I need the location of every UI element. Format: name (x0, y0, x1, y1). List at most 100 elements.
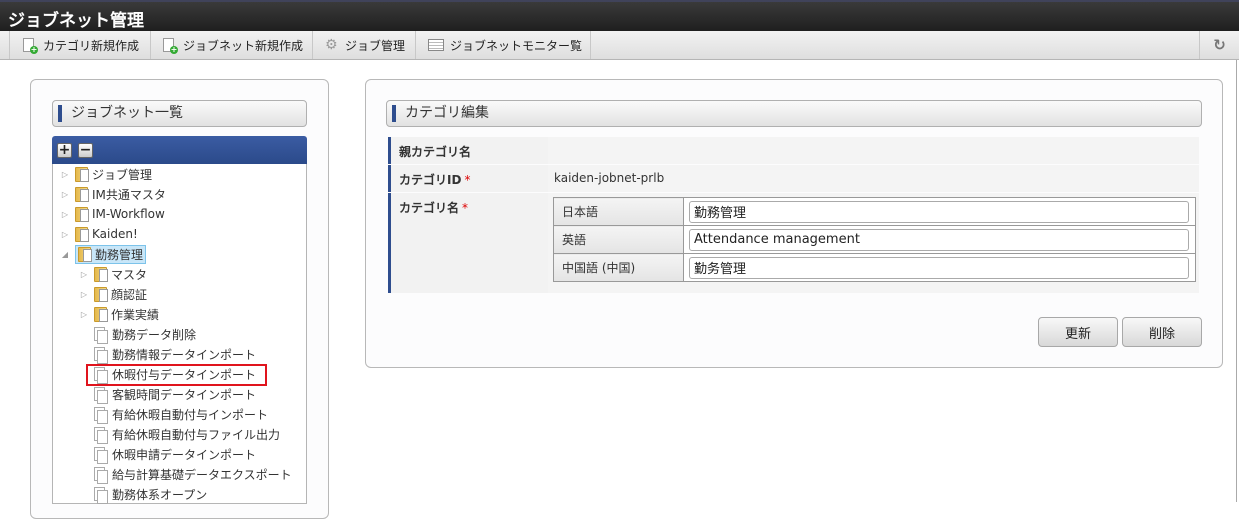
tree-item-label: IM共通マスタ (92, 187, 166, 202)
tree-item-label: 作業実績 (111, 307, 160, 322)
tree-item-label: 勤務データ削除 (112, 327, 197, 342)
folder-icon (75, 206, 89, 222)
parent-category-label: 親カテゴリ名 (388, 137, 548, 164)
document-icon (94, 426, 108, 444)
expand-arrow-icon[interactable]: ▷ (78, 310, 90, 319)
jobnet-monitor-list-button[interactable]: ジョブネットモニター覧 (416, 31, 591, 59)
document-icon (94, 346, 108, 364)
folder-icon (94, 306, 108, 322)
app-header: ジョブネット管理 (0, 0, 1239, 31)
name-zh-input[interactable] (689, 256, 1189, 279)
tree-item[interactable]: ▷ 顔認証 (78, 284, 147, 304)
folder-icon (78, 246, 92, 262)
expand-arrow-icon[interactable]: ▷ (78, 290, 90, 299)
folder-icon (94, 266, 108, 282)
category-name-label: カテゴリ名 * (388, 193, 548, 293)
scrollbar-edge (1236, 60, 1237, 502)
tree-item-label: マスタ (111, 267, 148, 282)
document-icon (94, 486, 108, 504)
name-row-en: 英語 (553, 225, 1196, 254)
tree-item[interactable]: ▷ マスタ (78, 264, 147, 284)
tree-item-label: 休暇申請データインポート (112, 447, 257, 462)
tree-item[interactable]: 勤務体系オープン (78, 484, 207, 504)
tree-item[interactable]: ▷ Kaiden! (59, 224, 138, 244)
tree-item-label: ジョブ管理 (92, 167, 153, 182)
tree-item[interactable]: 休暇申請データインポート (78, 444, 256, 464)
app-title: ジョブネット管理 (8, 11, 144, 31)
tree-item-label: 勤務体系オープン (112, 487, 208, 502)
delete-button[interactable]: 削除 (1122, 317, 1202, 347)
label: ジョブネットモニター覧 (450, 38, 583, 53)
document-icon (94, 446, 108, 464)
folder-icon (75, 186, 89, 202)
document-icon (94, 326, 108, 344)
expand-arrow-icon[interactable]: ▷ (59, 230, 71, 239)
tree-item[interactable]: ▷ IM-Workflow (59, 204, 165, 224)
tree-item[interactable]: ▷ IM共通マスタ (59, 184, 166, 204)
tree-item[interactable]: ◢ 勤務管理 (59, 244, 147, 264)
tree-item-label: 有給休暇自動付与ファイル出力 (112, 427, 281, 442)
new-jobnet-button[interactable]: + ジョブネット新規作成 (151, 31, 313, 59)
new-document-icon: + (163, 37, 178, 54)
tree-item-label: 勤務管理 (95, 247, 144, 262)
toolbar: + カテゴリ新規作成 + ジョブネット新規作成 ⚙ ジョブ管理 ジョブネットモニター覧… (0, 31, 1239, 60)
label: ジョブ管理 (345, 38, 406, 53)
tree-item-label: 有給休暇自動付与インポート (112, 407, 269, 422)
jobnet-list-title: ジョブネット一覧 (52, 100, 307, 127)
tree-item[interactable]: 有給休暇自動付与ファイル出力 (78, 424, 280, 444)
tree-item[interactable]: ▷ 作業実績 (78, 304, 159, 324)
expand-all-button[interactable]: + (57, 143, 72, 158)
refresh-button[interactable]: ↻ (1199, 31, 1239, 59)
document-icon (94, 406, 108, 424)
category-edit-title: カテゴリ編集 (386, 100, 1202, 127)
tree-toolbar: + − (52, 136, 307, 164)
job-management-button[interactable]: ⚙ ジョブ管理 (313, 31, 416, 59)
jobnet-tree: ▷ ジョブ管理 ▷ IM共通マスタ ▷ IM-Workflow ▷ Kaiden! ◢ 勤務管理 ▷… (52, 164, 307, 504)
folder-icon (75, 166, 89, 182)
tree-item[interactable]: 客観時間データインポート (78, 384, 256, 404)
tree-item-label: 客観時間データインポート (112, 387, 257, 402)
folder-icon (94, 286, 108, 302)
name-ja-input[interactable] (689, 200, 1189, 223)
folder-icon (75, 226, 89, 242)
expand-arrow-icon[interactable]: ▷ (59, 190, 71, 199)
category-id-value: kaiden-jobnet-prlb (554, 171, 665, 185)
category-name-table: 日本語 英語 中国語 (中国) (553, 197, 1196, 282)
label: カテゴリ新規作成 (43, 38, 140, 53)
list-icon (428, 39, 444, 51)
document-icon (94, 386, 108, 404)
tree-item-label: Kaiden! (92, 227, 138, 241)
name-row-zh: 中国語 (中国) (553, 253, 1196, 282)
expand-arrow-icon[interactable]: ▷ (78, 270, 90, 279)
tree-item-label: IM-Workflow (92, 207, 165, 221)
expand-arrow-icon[interactable]: ▷ (59, 210, 71, 219)
tree-item[interactable]: 給与計算基礎データエクスポート (78, 464, 292, 484)
toolbar-spacer (0, 31, 10, 59)
collapse-all-button[interactable]: − (78, 143, 93, 158)
lang-label: 英語 (553, 225, 684, 254)
refresh-icon: ↻ (1213, 36, 1226, 54)
expand-arrow-icon[interactable]: ▷ (59, 170, 71, 179)
lang-label: 日本語 (553, 197, 684, 226)
highlight-box (86, 364, 267, 386)
parent-category-row: 親カテゴリ名 (388, 137, 1199, 164)
name-en-input[interactable] (689, 228, 1189, 251)
tree-item[interactable]: 勤務データ削除 (78, 324, 196, 344)
new-category-button[interactable]: + カテゴリ新規作成 (11, 31, 151, 59)
tree-item[interactable]: 有給休暇自動付与インポート (78, 404, 268, 424)
category-id-row: カテゴリID * kaiden-jobnet-prlb (388, 165, 1199, 192)
new-document-icon: + (23, 37, 38, 54)
gear-icon: ⚙ (325, 37, 338, 53)
tree-item-label: 顔認証 (111, 287, 148, 302)
tree-item-label: 給与計算基礎データエクスポート (112, 467, 292, 482)
label: ジョブネット新規作成 (183, 38, 304, 53)
document-icon (94, 466, 108, 484)
tree-item[interactable]: ▷ ジョブ管理 (59, 164, 152, 184)
category-id-label: カテゴリID * (388, 165, 548, 192)
update-button[interactable]: 更新 (1038, 317, 1118, 347)
collapse-arrow-icon[interactable]: ◢ (59, 250, 71, 259)
tree-item[interactable]: 勤務情報データインポート (78, 344, 256, 364)
name-row-ja: 日本語 (553, 197, 1196, 226)
tree-item-label: 勤務情報データインポート (112, 347, 257, 362)
lang-label: 中国語 (中国) (553, 253, 684, 282)
